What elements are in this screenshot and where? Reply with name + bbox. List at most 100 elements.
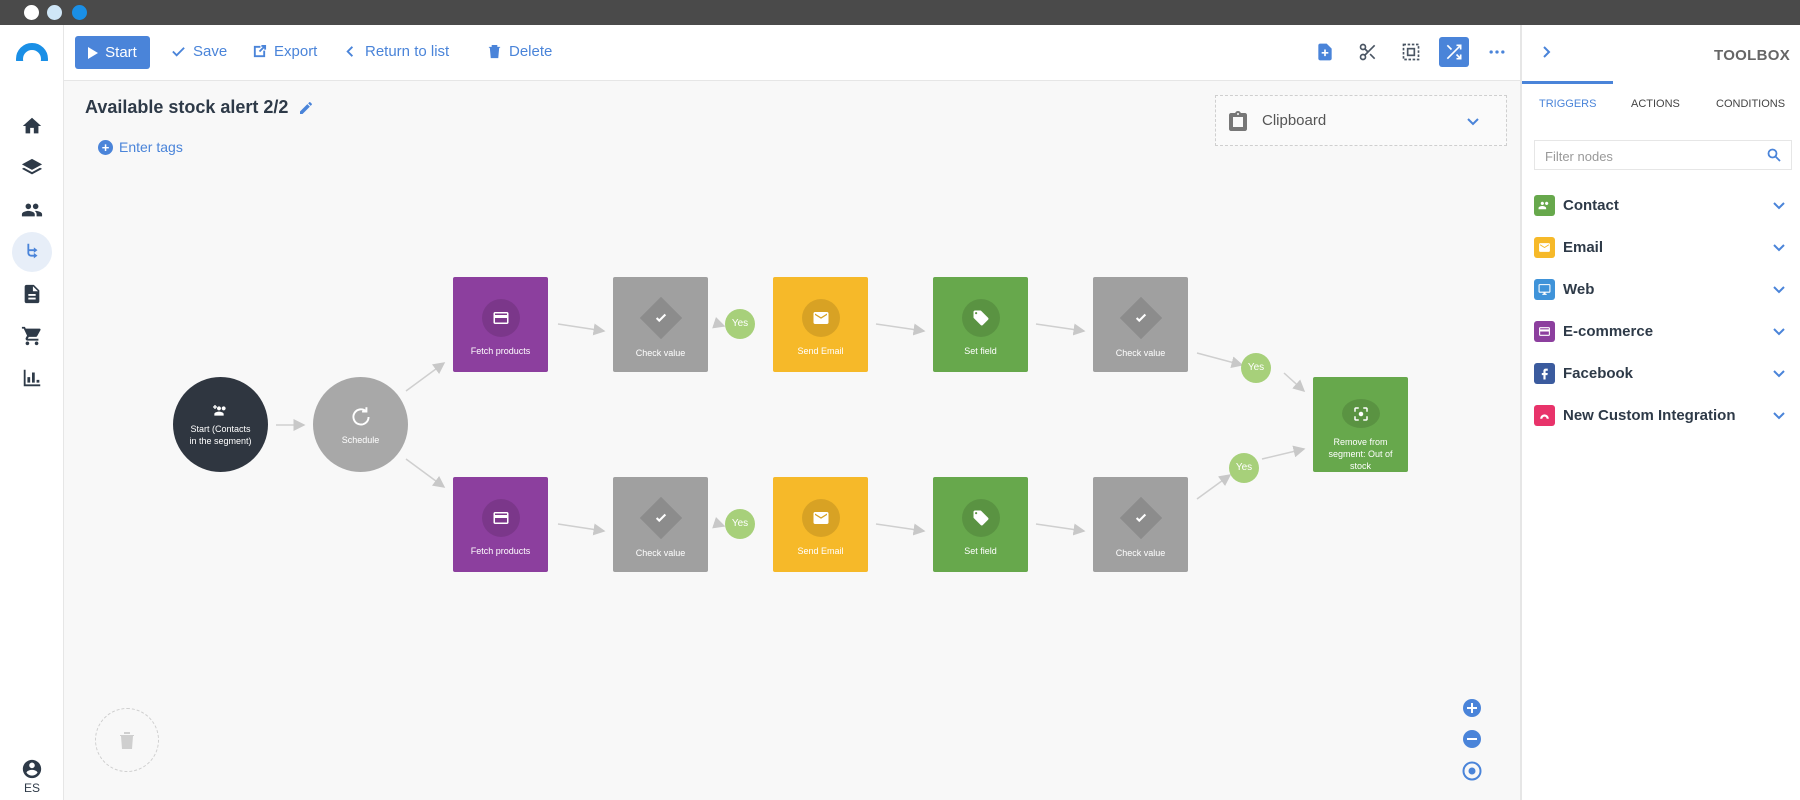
toolbox-title: TOOLBOX [1714, 47, 1790, 64]
category-ecommerce[interactable]: E-commerce [1534, 319, 1792, 343]
save-button[interactable]: Save [171, 43, 227, 60]
trash-icon [488, 44, 501, 59]
check-value-node[interactable]: Check value [613, 477, 708, 572]
tag-icon [961, 299, 1000, 337]
contacts-icon[interactable] [12, 190, 52, 230]
card-icon [481, 499, 520, 537]
send-email-label: Send Email [797, 346, 844, 356]
category-email[interactable]: Email [1534, 235, 1792, 259]
more-options-icon[interactable] [1482, 37, 1512, 67]
window-close-button[interactable] [24, 5, 39, 20]
check-value-label: Check value [635, 548, 686, 558]
zoom-out-icon[interactable] [1462, 729, 1482, 749]
window-titlebar [0, 0, 1800, 25]
filter-placeholder: Filter nodes [1545, 149, 1613, 164]
send-email-label: Send Email [797, 546, 844, 556]
remove-from-segment-node[interactable]: Remove from segment: Out of stock [1313, 377, 1408, 472]
check-value-node[interactable]: Check value [613, 277, 708, 372]
focus-icon [1341, 399, 1380, 428]
remove-node-label: Remove from segment: Out of stock [1328, 437, 1393, 471]
delete-button-label: Delete [509, 43, 553, 60]
tab-conditions[interactable]: CONDITIONS [1716, 98, 1785, 110]
window-maximize-button[interactable] [72, 5, 87, 20]
check-diamond-icon [1119, 296, 1162, 340]
yes-connector: Yes [725, 309, 755, 339]
category-label: E-commerce [1563, 322, 1654, 340]
start-button-label: Start [105, 44, 137, 61]
window-minimize-button[interactable] [47, 5, 62, 20]
yes-connector: Yes [1229, 453, 1259, 483]
chevron-down-icon [1773, 370, 1785, 378]
tab-underline [1522, 81, 1613, 84]
check-value-label: Check value [1115, 548, 1166, 558]
check-value-label: Check value [1115, 348, 1166, 358]
set-field-node[interactable]: Set field [933, 277, 1028, 372]
category-new-custom-integration[interactable]: New Custom Integration [1534, 403, 1792, 427]
check-value-node[interactable]: Check value [1093, 477, 1188, 572]
yes-connector: Yes [725, 509, 755, 539]
fetch-products-label: Fetch products [470, 346, 531, 356]
check-diamond-icon [639, 496, 682, 540]
tab-actions[interactable]: ACTIONS [1631, 98, 1680, 110]
export-button[interactable]: Export [252, 43, 317, 60]
mail-icon [801, 299, 840, 337]
start-button[interactable]: Start [75, 36, 150, 69]
workflow-canvas[interactable]: Available stock alert 2/2 + Enter tags C… [64, 81, 1520, 800]
editor-toolbar: Start Save Export Return to list Delete [64, 25, 1520, 81]
fetch-products-node[interactable]: Fetch products [453, 277, 548, 372]
zoom-in-icon[interactable] [1462, 698, 1482, 718]
category-contact[interactable]: Contact [1534, 193, 1792, 217]
app-logo[interactable] [16, 43, 48, 61]
delete-button[interactable]: Delete [487, 43, 552, 60]
center-view-icon[interactable] [1462, 761, 1482, 781]
home-icon[interactable] [12, 106, 52, 146]
chevron-down-icon [1773, 244, 1785, 252]
card-icon [1534, 320, 1555, 342]
scissors-icon[interactable] [1353, 37, 1383, 67]
select-area-icon[interactable] [1396, 37, 1426, 67]
chevron-left-icon [346, 46, 354, 57]
return-to-list-button[interactable]: Return to list [343, 43, 449, 60]
fetch-products-node[interactable]: Fetch products [453, 477, 548, 572]
send-email-node[interactable]: Send Email [773, 277, 868, 372]
trash-icon [120, 732, 134, 749]
facebook-icon [1534, 362, 1555, 384]
export-button-label: Export [274, 43, 318, 60]
mail-icon [1534, 236, 1555, 258]
check-diamond-icon [1119, 496, 1162, 540]
trash-dropzone[interactable] [95, 708, 159, 772]
category-facebook[interactable]: Facebook [1534, 361, 1792, 385]
category-label: Email [1563, 238, 1604, 256]
reports-icon[interactable] [12, 358, 52, 398]
set-field-node[interactable]: Set field [933, 477, 1028, 572]
fetch-products-label: Fetch products [470, 546, 531, 556]
category-web[interactable]: Web [1534, 277, 1792, 301]
add-document-icon[interactable] [1310, 37, 1340, 67]
category-label: New Custom Integration [1563, 406, 1736, 424]
chevron-down-icon [1773, 286, 1785, 294]
language-label[interactable]: ES [0, 781, 64, 795]
chevron-right-icon[interactable] [1539, 45, 1553, 59]
auto-layout-icon[interactable] [1439, 37, 1469, 67]
document-icon[interactable] [12, 274, 52, 314]
return-button-label: Return to list [365, 43, 450, 60]
set-field-label: Set field [964, 546, 997, 556]
tab-triggers[interactable]: TRIGGERS [1539, 98, 1596, 110]
card-icon [481, 299, 520, 337]
save-button-label: Save [193, 43, 228, 60]
workflows-icon[interactable] [12, 232, 52, 272]
send-email-node[interactable]: Send Email [773, 477, 868, 572]
check-value-node[interactable]: Check value [1093, 277, 1188, 372]
refresh-icon [351, 406, 370, 425]
chevron-down-icon [1773, 328, 1785, 336]
mail-icon [801, 499, 840, 537]
start-trigger-node[interactable]: Start (Contacts in the segment) [173, 377, 268, 472]
layers-icon[interactable] [12, 148, 52, 188]
filter-nodes-input[interactable]: Filter nodes [1534, 140, 1792, 170]
category-label: Contact [1563, 196, 1619, 214]
yes-connector: Yes [1241, 353, 1271, 383]
start-node-label: Start (Contacts in the segment) [189, 423, 252, 446]
cart-icon[interactable] [12, 316, 52, 356]
check-icon [172, 47, 185, 57]
schedule-node[interactable]: Schedule [313, 377, 408, 472]
